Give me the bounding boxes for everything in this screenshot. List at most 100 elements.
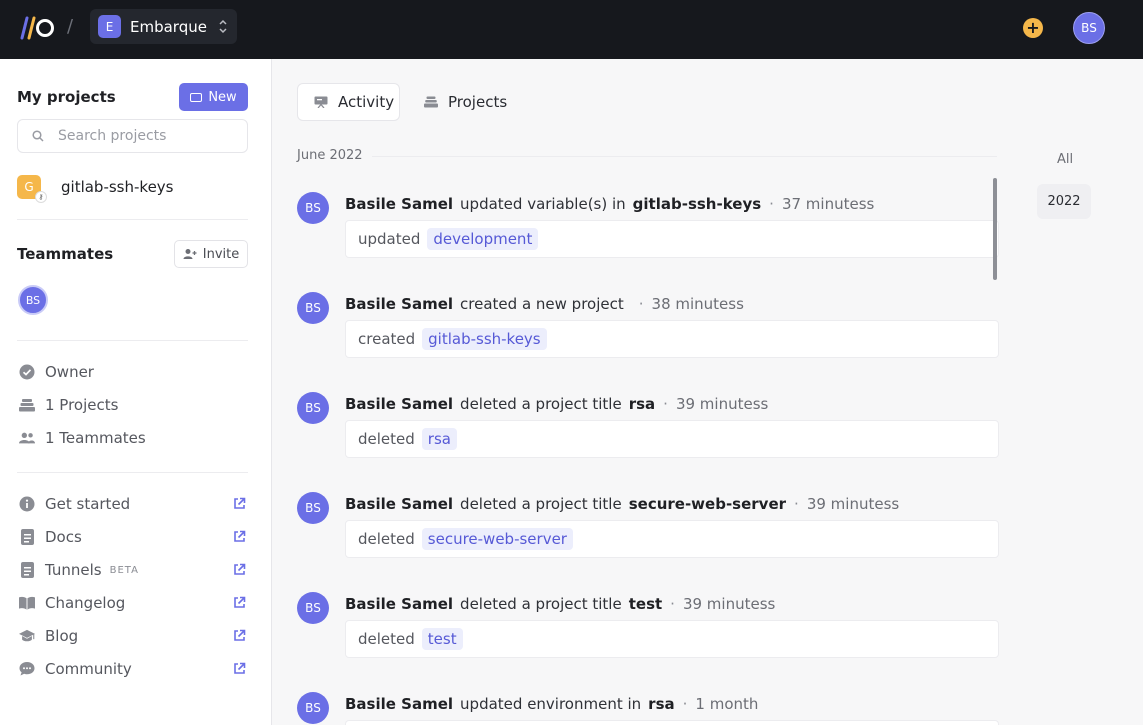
divider: [17, 472, 248, 473]
separator-dot: ·: [682, 695, 688, 713]
activity-line: Basile Samel updated variable(s) in gitl…: [345, 194, 874, 214]
folder-plus-icon: [190, 92, 203, 102]
info-icon: [19, 496, 35, 512]
link-label: Tunnels: [45, 561, 102, 579]
search-projects-field[interactable]: [17, 119, 248, 153]
key-icon: ⚷: [35, 191, 47, 203]
activity-chip[interactable]: gitlab-ssh-keys: [422, 328, 547, 350]
tab-activity[interactable]: Activity: [297, 83, 400, 121]
workspace-badge: E: [98, 15, 121, 38]
beta-badge: BETA: [109, 564, 139, 576]
plus-icon[interactable]: +: [1023, 18, 1043, 38]
link-changelog[interactable]: Changelog: [19, 593, 248, 613]
activity-user[interactable]: Basile Samel: [345, 195, 453, 213]
sidebar: My projects New G ⚷ gitlab-ssh-keys Team…: [0, 59, 272, 725]
stack-icon: [19, 397, 35, 413]
link-label: Community: [45, 660, 132, 678]
activity-avatar[interactable]: BS: [297, 192, 329, 224]
external-link-icon: [234, 629, 246, 641]
link-label: Blog: [45, 627, 79, 645]
workspace-switcher[interactable]: E Embarque: [90, 9, 237, 44]
invite-label: Invite: [202, 246, 240, 262]
activity-avatar[interactable]: BS: [297, 592, 329, 624]
activity-time: 1 month: [695, 695, 759, 713]
separator-dot: ·: [638, 295, 644, 313]
year-filter-all[interactable]: All: [1057, 152, 1073, 167]
project-item[interactable]: G ⚷ gitlab-ssh-keys: [17, 174, 174, 203]
activity-detail: updated development: [345, 220, 999, 258]
user-avatar[interactable]: BS: [1073, 12, 1105, 44]
activity-user[interactable]: Basile Samel: [345, 695, 453, 713]
year-filter-2022[interactable]: 2022: [1037, 184, 1091, 219]
link-get-started[interactable]: Get started: [19, 494, 248, 514]
link-label: Docs: [45, 528, 82, 546]
stat-teammates-label: 1 Teammates: [45, 429, 146, 447]
activity-time: 39 minutess: [806, 495, 900, 513]
invite-button[interactable]: Invite: [174, 240, 248, 268]
activity-user[interactable]: Basile Samel: [345, 395, 453, 413]
project-name: gitlab-ssh-keys: [61, 178, 174, 196]
activity-time: 39 minutess: [682, 595, 776, 613]
activity-avatar[interactable]: BS: [297, 392, 329, 424]
activity-target: rsa: [628, 395, 656, 413]
scrollbar[interactable]: [993, 178, 997, 280]
activity-time: 39 minutess: [675, 395, 769, 413]
activity-detail: [345, 720, 999, 725]
activity-chip[interactable]: development: [427, 228, 539, 250]
project-initial: G: [24, 180, 34, 194]
month-heading: June 2022: [297, 148, 363, 163]
user-plus-icon: [183, 249, 197, 259]
activity-user[interactable]: Basile Samel: [345, 595, 453, 613]
search-input[interactable]: [58, 128, 228, 144]
link-docs[interactable]: Docs: [19, 527, 248, 547]
separator-dot: ·: [794, 495, 799, 513]
link-label: Changelog: [45, 594, 126, 612]
activity-chip[interactable]: secure-web-server: [421, 528, 573, 550]
link-label: Get started: [45, 495, 131, 513]
link-community[interactable]: Community: [19, 659, 248, 679]
graduation-cap-icon: [19, 628, 35, 644]
link-tunnels[interactable]: Tunnels BETA: [19, 560, 248, 580]
activity-line: Basile Samel deleted a project title rsa…: [345, 394, 768, 414]
top-bar: / E Embarque + BS: [0, 0, 1143, 59]
app-logo[interactable]: [16, 15, 56, 41]
new-project-button[interactable]: New: [179, 83, 248, 111]
activity-detail: deleted secure-web-server: [345, 520, 999, 558]
activity-line: Basile Samel created a new project · 38 …: [345, 294, 744, 314]
external-link-icon: [234, 662, 246, 674]
activity-line: Basile Samel deleted a project title sec…: [345, 494, 899, 514]
external-link-icon: [234, 563, 246, 575]
activity-user[interactable]: Basile Samel: [345, 495, 453, 513]
tab-activity-label: Activity: [338, 93, 395, 111]
tab-projects-label: Projects: [448, 93, 508, 111]
activity-avatar[interactable]: BS: [297, 292, 329, 324]
activity-target: rsa: [648, 695, 675, 713]
activity-line: Basile Samel deleted a project title tes…: [345, 594, 775, 614]
document-icon: [19, 529, 35, 545]
activity-chip[interactable]: test: [421, 628, 463, 650]
activity-avatar[interactable]: BS: [297, 692, 329, 724]
activity-action: created a new project: [460, 295, 624, 313]
teammate-avatar[interactable]: BS: [18, 285, 48, 315]
external-link-icon: [234, 497, 246, 509]
link-blog[interactable]: Blog: [19, 626, 248, 646]
activity-avatar[interactable]: BS: [297, 492, 329, 524]
activity-verb: deleted: [358, 430, 415, 448]
chevron-up-down-icon: [219, 19, 227, 34]
external-link-icon: [234, 596, 246, 608]
activity-board-icon: [314, 96, 328, 108]
activity-verb: deleted: [358, 630, 415, 648]
external-link-icon: [234, 530, 246, 542]
activity-user[interactable]: Basile Samel: [345, 295, 453, 313]
activity-target: gitlab-ssh-keys: [632, 195, 762, 213]
activity-detail: deleted test: [345, 620, 999, 658]
stat-teammates: 1 Teammates: [19, 428, 146, 448]
activity-target: secure-web-server: [628, 495, 787, 513]
breadcrumb-separator: /: [67, 16, 74, 37]
separator-dot: ·: [663, 395, 668, 413]
divider: [17, 219, 248, 220]
activity-chip[interactable]: rsa: [421, 428, 457, 450]
users-icon: [19, 430, 35, 446]
stat-projects: 1 Projects: [19, 395, 118, 415]
tab-projects[interactable]: Projects: [424, 83, 507, 121]
